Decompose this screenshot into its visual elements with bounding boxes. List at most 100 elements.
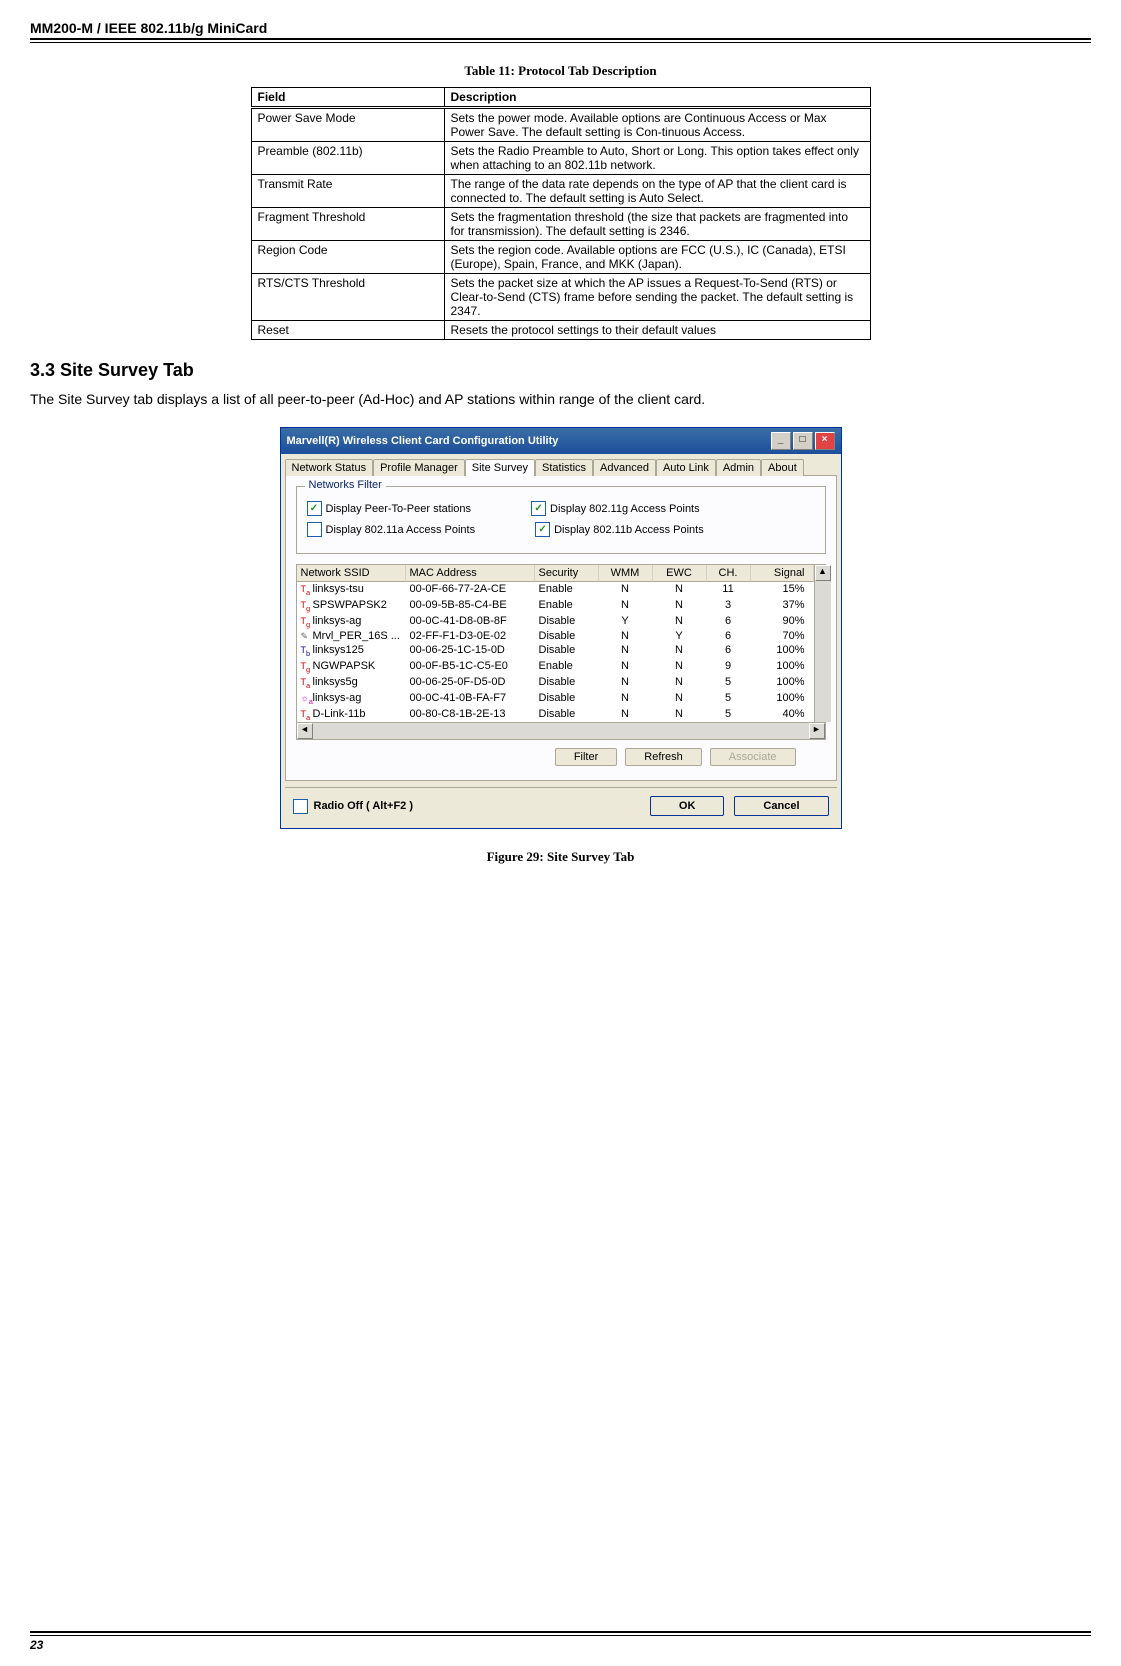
tab-about[interactable]: About	[761, 459, 804, 476]
cell-wmm: N	[599, 582, 653, 598]
protocol-table: Field Description Power Save ModeSets th…	[251, 87, 871, 340]
cell-field: Reset	[251, 321, 444, 340]
cancel-button[interactable]: Cancel	[734, 796, 828, 816]
cell-signal: 100%	[751, 643, 814, 659]
cell-field: Transmit Rate	[251, 175, 444, 208]
cell-ewc: N	[653, 675, 707, 691]
close-button[interactable]: ×	[815, 432, 835, 450]
cell-wmm: N	[599, 707, 653, 723]
cell-desc: The range of the data rate depends on th…	[444, 175, 870, 208]
table-row: Transmit RateThe range of the data rate …	[251, 175, 870, 208]
cell-mac: 00-06-25-0F-D5-0D	[406, 675, 535, 691]
cell-mac: 00-0F-B5-1C-C5-E0	[406, 659, 535, 675]
cell-signal: 37%	[751, 598, 814, 614]
cell-mac: 00-0C-41-D8-0B-8F	[406, 614, 535, 630]
cell-ch: 6	[707, 643, 751, 659]
ok-button[interactable]: OK	[650, 796, 725, 816]
tab-statistics[interactable]: Statistics	[535, 459, 593, 476]
col-signal[interactable]: Signal	[751, 565, 814, 582]
network-type-icon: ☼a	[301, 693, 311, 706]
radio-off-label: Radio Off ( Alt+F2 )	[314, 800, 414, 812]
network-row[interactable]: Tglinksys-ag00-0C-41-D8-0B-8FDisableYN69…	[297, 614, 814, 630]
network-type-icon: Tg	[301, 661, 311, 674]
cell-security: Disable	[535, 675, 599, 691]
refresh-button[interactable]: Refresh	[625, 748, 702, 766]
network-row[interactable]: Talinksys-tsu00-0F-66-77-2A-CEEnableNN11…	[297, 582, 814, 598]
network-row[interactable]: ✎Mrvl_PER_16S ...02-FF-F1-D3-0E-02Disabl…	[297, 629, 814, 643]
vertical-scrollbar[interactable]: ▲	[814, 565, 831, 722]
tab-network-status[interactable]: Network Status	[285, 459, 374, 476]
cell-ewc: N	[653, 614, 707, 630]
chk-80211a[interactable]: Display 802.11a Access Points	[307, 522, 476, 537]
cell-ewc: N	[653, 659, 707, 675]
titlebar: Marvell(R) Wireless Client Card Configur…	[281, 428, 841, 454]
cell-signal: 100%	[751, 659, 814, 675]
network-row[interactable]: TaD-Link-11b00-80-C8-1B-2E-13DisableNN54…	[297, 707, 814, 723]
cell-signal: 90%	[751, 614, 814, 630]
cell-ssid: Tglinksys-ag	[297, 614, 406, 630]
network-type-icon: Tg	[301, 616, 311, 629]
page-footer: 23	[30, 1631, 1091, 1652]
radio-off-checkbox[interactable]: Radio Off ( Alt+F2 )	[293, 799, 414, 814]
maximize-button[interactable]: □	[793, 432, 813, 450]
cell-signal: 15%	[751, 582, 814, 598]
associate-button[interactable]: Associate	[710, 748, 796, 766]
network-type-icon: Tb	[301, 645, 311, 658]
cell-desc: Resets the protocol settings to their de…	[444, 321, 870, 340]
network-row[interactable]: TgNGWPAPSK00-0F-B5-1C-C5-E0EnableNN9100%	[297, 659, 814, 675]
table-caption: Table 11: Protocol Tab Description	[30, 63, 1091, 79]
network-type-icon: Ta	[301, 677, 311, 690]
grid-header: Network SSID MAC Address Security WMM EW…	[297, 565, 814, 582]
col-wmm[interactable]: WMM	[599, 565, 653, 582]
cell-ch: 3	[707, 598, 751, 614]
minimize-button[interactable]: _	[771, 432, 791, 450]
cell-ch: 6	[707, 614, 751, 630]
col-ewc[interactable]: EWC	[653, 565, 707, 582]
cell-desc: Sets the packet size at which the AP iss…	[444, 274, 870, 321]
cell-mac: 00-06-25-1C-15-0D	[406, 643, 535, 659]
col-ch[interactable]: CH.	[707, 565, 751, 582]
chk-80211g[interactable]: Display 802.11g Access Points	[531, 501, 700, 516]
cell-desc: Sets the Radio Preamble to Auto, Short o…	[444, 142, 870, 175]
cell-field: Preamble (802.11b)	[251, 142, 444, 175]
chk-80211b[interactable]: Display 802.11b Access Points	[535, 522, 704, 537]
tab-site-survey[interactable]: Site Survey	[465, 459, 535, 476]
cell-signal: 100%	[751, 691, 814, 707]
scroll-right-icon[interactable]: ►	[809, 723, 825, 739]
cell-desc: Sets the power mode. Available options a…	[444, 108, 870, 142]
tab-auto-link[interactable]: Auto Link	[656, 459, 716, 476]
tab-advanced[interactable]: Advanced	[593, 459, 656, 476]
chk-label: Display 802.11g Access Points	[550, 503, 700, 515]
filter-button[interactable]: Filter	[555, 748, 617, 766]
network-row[interactable]: TgSPSWPAPSK200-09-5B-85-C4-BEEnableNN337…	[297, 598, 814, 614]
checkbox-icon	[531, 501, 546, 516]
col-mac[interactable]: MAC Address	[406, 565, 535, 582]
cell-security: Disable	[535, 691, 599, 707]
cell-wmm: N	[599, 691, 653, 707]
chk-peer-to-peer[interactable]: Display Peer-To-Peer stations	[307, 501, 472, 516]
col-ssid[interactable]: Network SSID	[297, 565, 406, 582]
doc-header: MM200-M / IEEE 802.11b/g MiniCard	[30, 20, 1091, 40]
col-security[interactable]: Security	[535, 565, 599, 582]
cell-ch: 5	[707, 707, 751, 723]
networks-grid: Network SSID MAC Address Security WMM EW…	[296, 564, 826, 740]
cell-wmm: N	[599, 675, 653, 691]
cell-ch: 9	[707, 659, 751, 675]
tab-profile-manager[interactable]: Profile Manager	[373, 459, 465, 476]
app-window: Marvell(R) Wireless Client Card Configur…	[280, 427, 842, 829]
cell-field: Region Code	[251, 241, 444, 274]
body-text: The Site Survey tab displays a list of a…	[30, 391, 1091, 407]
cell-ssid: ☼alinksys-ag	[297, 691, 406, 707]
chk-label: Display 802.11b Access Points	[554, 524, 704, 536]
scroll-up-icon[interactable]: ▲	[815, 565, 831, 581]
scroll-left-icon[interactable]: ◄	[297, 723, 313, 739]
cell-ssid: TaD-Link-11b	[297, 707, 406, 723]
checkbox-icon	[307, 501, 322, 516]
network-row[interactable]: Talinksys5g00-06-25-0F-D5-0DDisableNN510…	[297, 675, 814, 691]
tab-admin[interactable]: Admin	[716, 459, 761, 476]
network-row[interactable]: Tblinksys12500-06-25-1C-15-0DDisableNN61…	[297, 643, 814, 659]
cell-signal: 40%	[751, 707, 814, 723]
network-row[interactable]: ☼alinksys-ag00-0C-41-0B-FA-F7DisableNN51…	[297, 691, 814, 707]
cell-security: Disable	[535, 643, 599, 659]
cell-ch: 6	[707, 629, 751, 643]
